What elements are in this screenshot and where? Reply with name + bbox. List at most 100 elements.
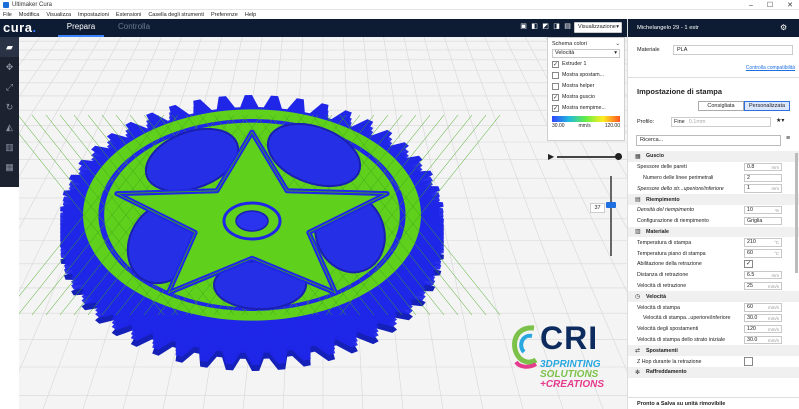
setting-value-field[interactable]: Griglia — [744, 216, 782, 226]
setting-row: Numero delle linee perimetrali 2 — [628, 173, 799, 184]
per-model-settings-icon[interactable]: ▥ — [0, 137, 19, 157]
setting-row: Abilitazione della retrazione ✓ — [628, 259, 799, 270]
setting-label: Z Hop durante la retrazione — [637, 358, 702, 365]
setting-value-field[interactable]: 10% — [744, 205, 782, 215]
search-input[interactable]: Ricerca... — [636, 135, 781, 146]
left-toolbar: ▰ ✥ ⤢ ↻ ◭ ▥ ▦ — [0, 37, 19, 187]
setting-value-field[interactable]: 30.0 mm/s — [744, 335, 782, 345]
menu-help[interactable]: Help — [245, 12, 256, 18]
settings-category[interactable]: ✻ Raffreddamento — [628, 366, 799, 378]
checkbox[interactable] — [552, 82, 559, 90]
settings-category[interactable]: ▥ Materiale — [628, 226, 799, 238]
profile-select[interactable]: Fine 0.1mm — [671, 117, 771, 127]
open-file-icon[interactable]: ▰ — [0, 37, 19, 57]
checkbox[interactable]: ✓ — [552, 104, 559, 112]
setting-value-field[interactable]: 30.0 mm/s — [744, 313, 782, 323]
setting-row: Temperatura di stampa 210 °C — [628, 237, 799, 248]
setting-label: Spessore delle pareti — [637, 164, 687, 171]
material-label: Materiale — [637, 47, 660, 53]
menu-impostazioni[interactable]: Impostazioni — [78, 12, 109, 18]
checkbox[interactable]: ✓ — [552, 60, 559, 68]
setting-label: Configurazione di riempimento — [637, 218, 709, 225]
scheme-option[interactable]: ✓ Mostra guscio — [552, 92, 620, 102]
setting-row: Densità del riempimento 10% — [628, 205, 799, 216]
menu-preferenze[interactable]: Preferenze — [211, 12, 238, 18]
rotate-tool-icon[interactable]: ↻ — [0, 97, 19, 117]
setting-value-field[interactable]: 6.5 mm — [744, 270, 782, 280]
color-scheme-label: Schema colori — [552, 41, 587, 47]
close-button[interactable]: ✕ — [787, 1, 793, 9]
path-slider-handle[interactable] — [615, 153, 622, 160]
setting-checkbox[interactable]: ✓ — [744, 259, 753, 269]
scheme-option[interactable]: Mostra spostam... — [552, 70, 620, 80]
menu-strumenti[interactable]: Casella degli strumenti — [148, 12, 204, 18]
path-slider[interactable] — [557, 153, 622, 160]
chevron-down-icon[interactable]: ⌄ — [615, 41, 620, 47]
view-3d-icon[interactable]: ▣ — [520, 23, 527, 31]
setting-value-field[interactable]: 60 mm/s — [744, 303, 782, 312]
setting-label: Riempimento — [646, 196, 680, 203]
menu-file[interactable]: File — [3, 12, 12, 18]
scale-tool-icon[interactable]: ⤢ — [0, 77, 19, 97]
star-icon[interactable]: ★▾ — [776, 117, 784, 124]
settings-scrollbar[interactable] — [795, 153, 798, 273]
setting-value-field[interactable]: 2 — [744, 173, 782, 183]
print-settings-panel: Michelangelo 29 - 1 estr ⚙ Materiale PLA… — [627, 19, 799, 409]
setting-label: Distanza di retrazione — [637, 272, 689, 279]
cura-window: Ultimaker Cura – ☐ ✕ File Modifica Visua… — [0, 0, 799, 409]
material-select[interactable]: PLA — [673, 45, 793, 55]
setting-value-field[interactable]: 210 °C — [744, 238, 782, 247]
printer-settings-icon[interactable]: ⚙ — [780, 23, 789, 32]
category-icon: ⇄ — [635, 348, 641, 355]
printer-selector[interactable]: Michelangelo 29 - 1 estr ⚙ — [628, 19, 799, 37]
cri-watermark-logo: CRI 3DPRINTING SOLUTIONS +CREATIONS — [508, 320, 618, 400]
setting-row: Z Hop durante la retrazione — [628, 356, 799, 367]
scheme-option[interactable]: Mostra helper — [552, 81, 620, 91]
checkbox[interactable] — [552, 71, 559, 79]
menu-modifica[interactable]: Modifica — [19, 12, 39, 18]
settings-category[interactable]: ⇄ Spostamenti — [628, 345, 799, 357]
settings-category[interactable]: ▤ Riempimento — [628, 194, 799, 205]
status-text: Pronto a Salva su unità rimovibile — [628, 397, 799, 409]
layer-number-input[interactable]: 37 — [590, 203, 605, 213]
layer-slider-handle[interactable] — [606, 202, 616, 208]
tab-custom[interactable]: Personalizzata — [744, 101, 790, 111]
setting-value-field[interactable]: 0.8 mm — [744, 162, 782, 172]
layer-slider[interactable] — [606, 176, 616, 256]
setting-row: Velocità di stampa 60 mm/s — [628, 302, 799, 313]
setting-checkbox[interactable] — [744, 357, 753, 366]
tab-prepare[interactable]: Prepara — [58, 19, 104, 37]
color-scheme-select[interactable]: Velocità — [552, 49, 620, 58]
settings-category[interactable]: ▦ Guscio — [628, 151, 799, 162]
menu-estensioni[interactable]: Estensioni — [116, 12, 141, 18]
mirror-tool-icon[interactable]: ◭ — [0, 117, 19, 137]
view-mode-select[interactable]: Visualizzazione ... — [574, 22, 622, 39]
setting-row: Configurazione di riempimento Griglia — [628, 216, 799, 227]
maximize-button[interactable]: ☐ — [767, 1, 773, 9]
settings-category[interactable]: ◷ Velocità — [628, 291, 799, 303]
scheme-option-label: Mostra spostam... — [562, 72, 605, 78]
play-icon[interactable]: ▶ — [548, 152, 554, 161]
view-top-icon[interactable]: ◩ — [542, 23, 549, 31]
support-blocker-icon[interactable]: ▦ — [0, 157, 19, 177]
move-tool-icon[interactable]: ✥ — [0, 57, 19, 77]
tab-recommended[interactable]: Consigliata — [698, 101, 744, 111]
setting-value-field[interactable]: 60 °C — [744, 249, 782, 258]
checkbox[interactable]: ✓ — [552, 93, 559, 101]
category-icon: ▥ — [635, 229, 641, 236]
view-front-icon[interactable]: ◧ — [531, 23, 538, 31]
setting-value-field[interactable]: 25 mm/s — [744, 281, 782, 291]
tab-monitor[interactable]: Controlla — [118, 19, 150, 37]
minimize-button[interactable]: – — [749, 2, 753, 9]
menu-icon[interactable]: ≡ — [786, 135, 790, 142]
setting-value-field[interactable]: 120 mm/s — [744, 324, 782, 334]
scheme-option[interactable]: ✓ Extruder 1 — [552, 59, 620, 69]
scheme-option[interactable]: ✓ Mostra riempime... — [552, 103, 620, 113]
setting-value-field[interactable]: 1 mm — [744, 184, 782, 193]
view-left-icon[interactable]: ◨ — [553, 23, 560, 31]
setting-label: Velocità — [646, 293, 667, 300]
view-right-icon[interactable]: ▤ — [564, 23, 571, 31]
scheme-option-label: Mostra guscio — [562, 94, 595, 100]
menu-visualizza[interactable]: Visualizza — [46, 12, 71, 18]
compatibility-link[interactable]: Controlla compatibilità — [746, 65, 795, 71]
